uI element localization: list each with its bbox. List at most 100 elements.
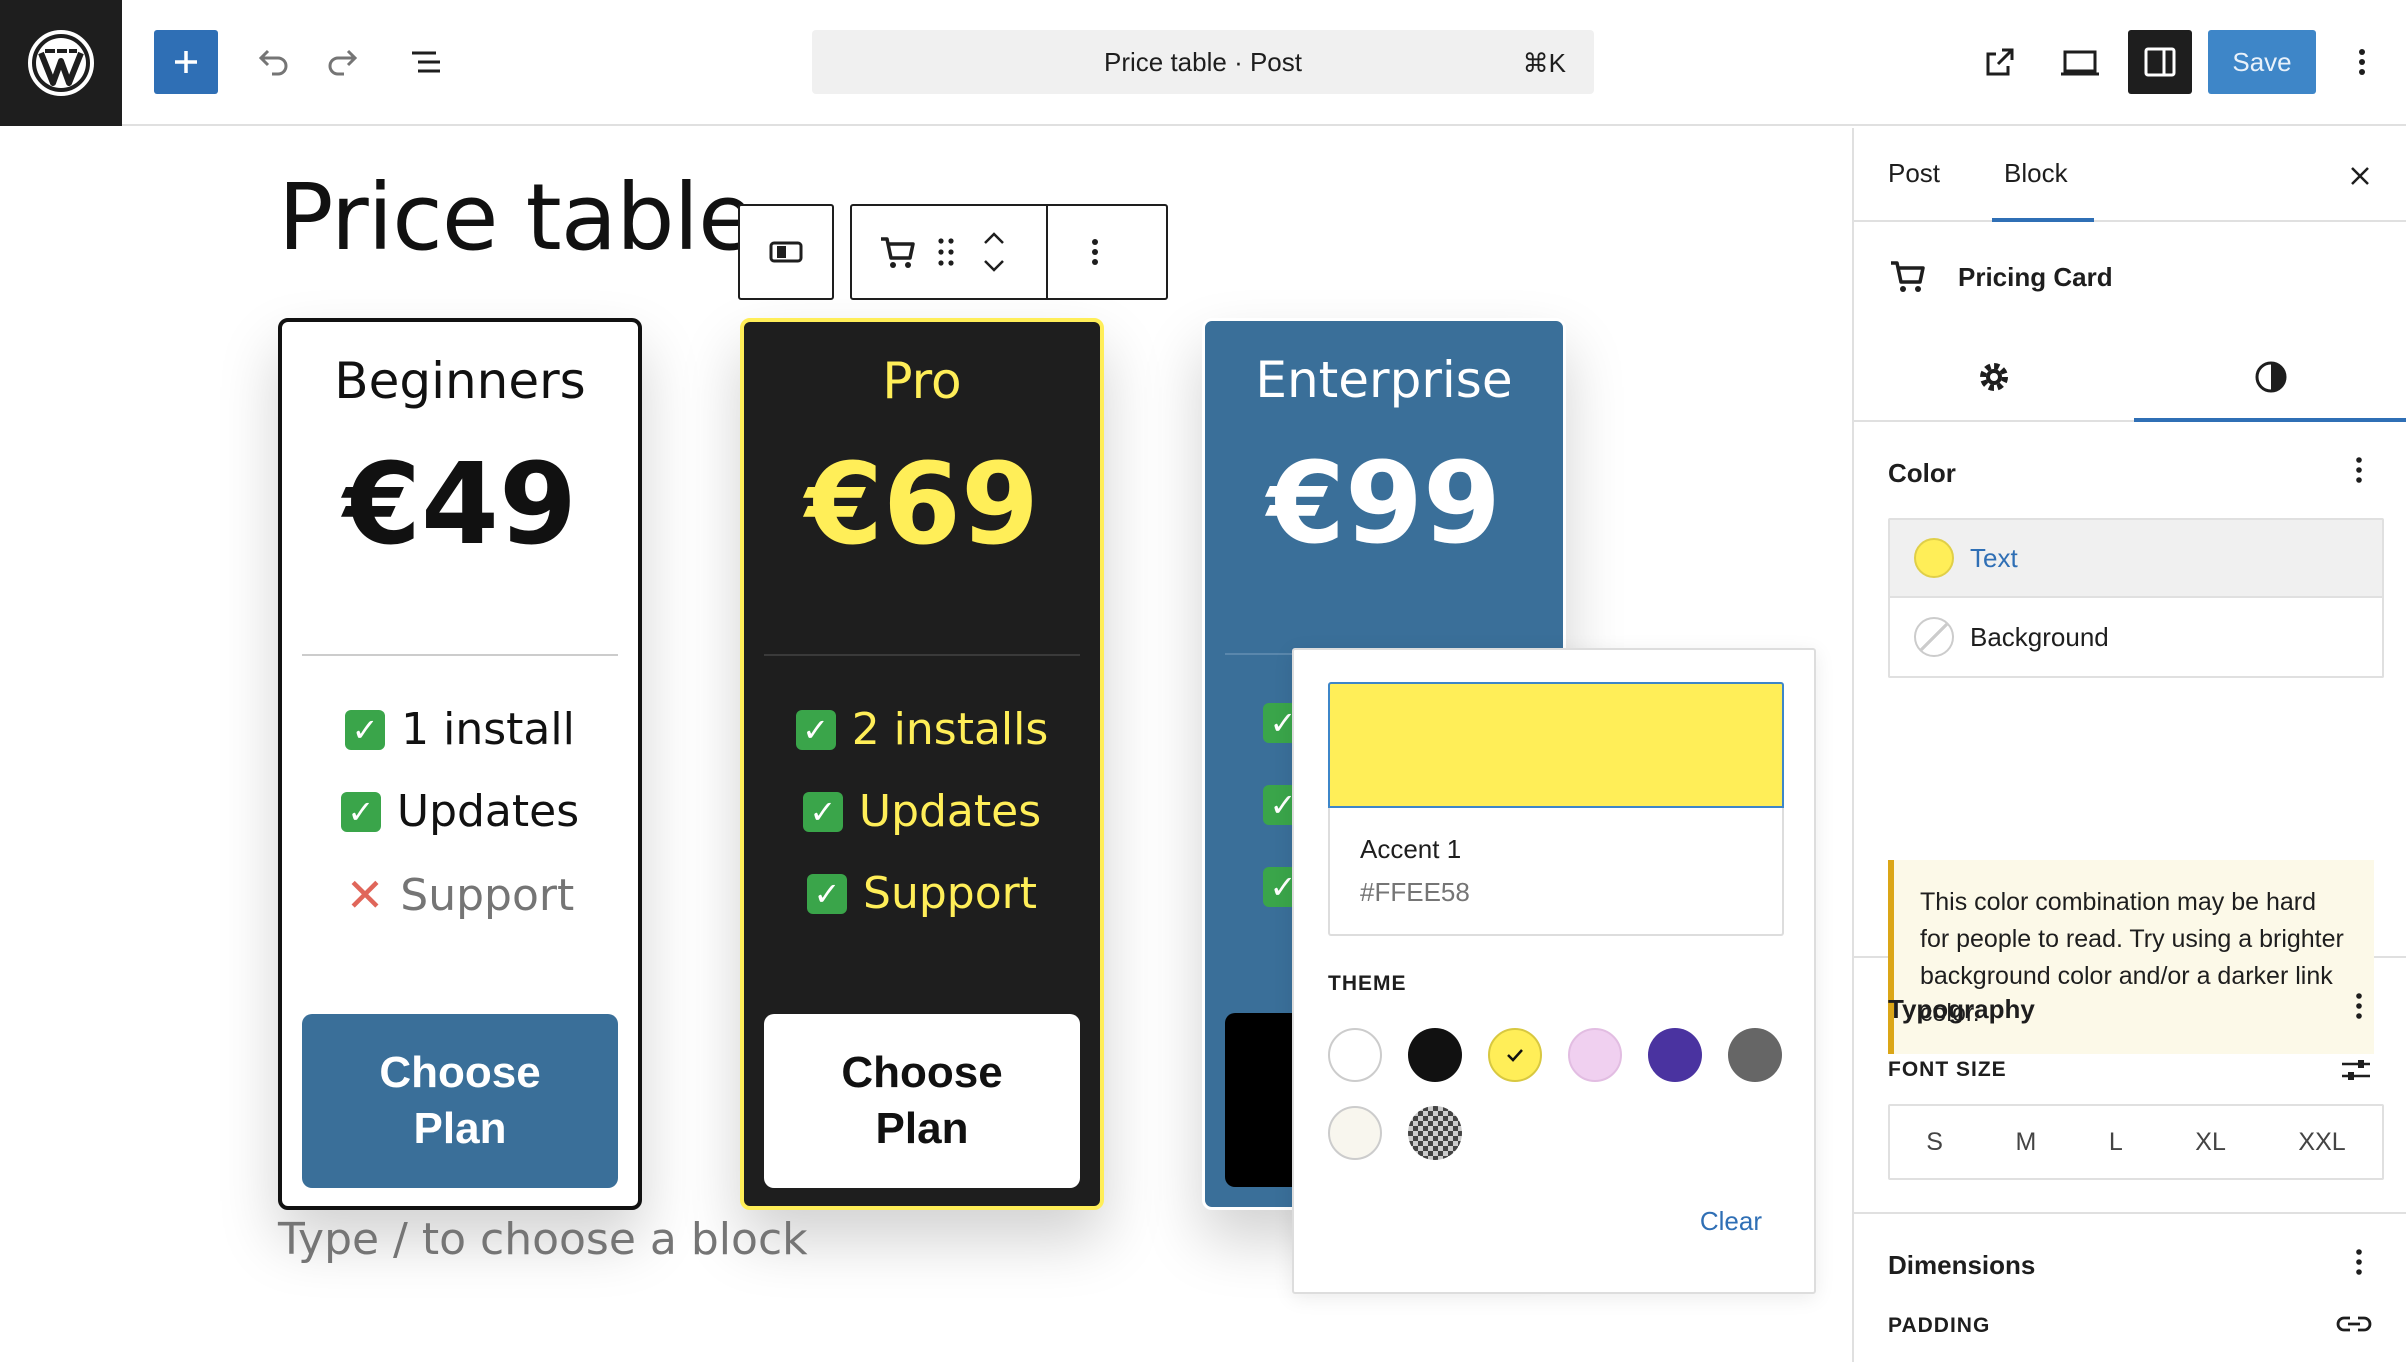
feature-text: Updates [858, 786, 1042, 837]
selected-color-preview[interactable] [1328, 682, 1784, 808]
desktop-preview-icon [2061, 50, 2099, 76]
save-button[interactable]: Save [2208, 30, 2316, 94]
tab-post[interactable]: Post [1888, 158, 1940, 189]
block-options-button[interactable] [1048, 206, 1142, 298]
drag-handle[interactable] [930, 206, 962, 298]
undo-icon [258, 49, 288, 76]
block-type-button[interactable] [866, 206, 930, 298]
pricing-card-pro[interactable]: Pro €69 ✓ 2 installs ✓ Updates ✓ Support… [740, 318, 1104, 1210]
shortcut-hint: ⌘K [1522, 48, 1566, 78]
typography-panel-title: Typography [1888, 994, 2035, 1024]
check-icon: ✓ [340, 791, 381, 832]
feature-item: ✓ 2 installs [744, 704, 1100, 755]
cross-icon: ✕ [345, 868, 385, 922]
more-vertical-icon [2356, 993, 2362, 1019]
dimensions-panel: Dimensions PADDING [1854, 1216, 2406, 1362]
drag-handle-icon [938, 238, 954, 266]
color-swatch-black[interactable] [1408, 1028, 1462, 1082]
options-button[interactable] [2334, 30, 2390, 94]
plus-icon [175, 51, 197, 73]
choose-plan-button[interactable]: Choose Plan [302, 1014, 618, 1188]
tab-block[interactable]: Block [2004, 158, 2068, 189]
color-swatch-pink[interactable] [1568, 1028, 1622, 1082]
font-size-xxl[interactable]: XXL [2298, 1128, 2345, 1157]
add-block-button[interactable] [154, 30, 218, 94]
preview-button[interactable] [2048, 30, 2112, 94]
move-down-icon[interactable] [981, 258, 1007, 274]
wordpress-logo[interactable] [0, 0, 122, 126]
feature-item: ✓ Support [744, 868, 1100, 919]
feature-text: 1 install [401, 704, 575, 755]
list-view-button[interactable] [394, 30, 458, 94]
link-icon [2336, 1316, 2372, 1332]
plan-name: Enterprise [1255, 351, 1513, 409]
command-palette-button[interactable]: Price table · Post ⌘K [812, 30, 1594, 94]
more-vertical-icon [1092, 239, 1098, 265]
settings-sidebar-toggle[interactable] [2128, 30, 2192, 94]
clear-color-button[interactable]: Clear [1700, 1206, 1762, 1237]
color-swatch-purple[interactable] [1648, 1028, 1702, 1082]
close-icon [2351, 167, 2369, 185]
font-size-m[interactable]: M [2015, 1128, 2036, 1157]
close-sidebar-button[interactable] [2340, 156, 2380, 196]
feature-item: ✕ Support [282, 868, 638, 922]
contrast-icon [2255, 361, 2287, 393]
more-vertical-icon [2356, 457, 2362, 483]
font-size-s[interactable]: S [1926, 1128, 1943, 1157]
color-options-button[interactable] [2354, 452, 2364, 496]
text-color-label: Text [1970, 542, 2018, 573]
color-swatch-gray[interactable] [1728, 1028, 1782, 1082]
text-color-swatch [1914, 538, 1954, 578]
dimensions-panel-title: Dimensions [1888, 1250, 2036, 1280]
selected-color-info: Accent 1 #FFEE58 [1328, 808, 1784, 936]
card-divider [764, 654, 1080, 656]
block-toolbar [850, 204, 1168, 300]
color-swatch-white[interactable] [1328, 1028, 1382, 1082]
padding-label: PADDING [1888, 1314, 1991, 1337]
color-swatch-checkered[interactable] [1408, 1106, 1462, 1160]
more-vertical-icon [2356, 1249, 2362, 1275]
undo-button[interactable] [240, 30, 304, 94]
columns-icon [769, 241, 803, 263]
plan-name: Pro [882, 352, 962, 410]
font-size-xl[interactable]: XL [2195, 1128, 2226, 1157]
editor-canvas: Price table Beginners €49 ✓ 1 install ✓ … [0, 128, 1850, 1362]
gear-icon [1980, 363, 2008, 391]
color-swatch-cream[interactable] [1328, 1106, 1382, 1160]
page-title[interactable]: Price table [278, 164, 755, 271]
selected-color-hex[interactable]: #FFEE58 [1360, 877, 1752, 908]
redo-button[interactable] [312, 30, 376, 94]
feature-item: ✓ Updates [282, 786, 638, 837]
settings-tab[interactable] [1854, 332, 2134, 422]
check-icon: ✓ [807, 873, 848, 914]
block-appender-placeholder[interactable]: Type / to choose a block [278, 1214, 808, 1265]
styles-tab[interactable] [2134, 332, 2406, 422]
parent-block-selector[interactable] [738, 204, 834, 300]
link-sides-button[interactable] [2334, 1306, 2374, 1342]
font-size-l[interactable]: L [2109, 1128, 2123, 1157]
typography-options-button[interactable] [2354, 988, 2364, 1032]
editor-header: Price table · Post ⌘K Save [0, 0, 2406, 126]
settings-sidebar: Post Block Pricing Card Color Text Backg… [1852, 128, 2406, 1362]
background-color-item[interactable]: Background [1888, 598, 2384, 678]
plan-name: Beginners [334, 352, 586, 410]
move-up-icon[interactable] [981, 230, 1007, 246]
color-swatch-accent-1[interactable] [1488, 1028, 1542, 1082]
pricing-card-beginners[interactable]: Beginners €49 ✓ 1 install ✓ Updates ✕ Su… [278, 318, 642, 1210]
color-panel: Color Text Background This color combina… [1854, 424, 2406, 1054]
card-divider [302, 654, 618, 656]
custom-size-toggle[interactable] [2338, 1052, 2374, 1088]
text-color-item[interactable]: Text [1888, 518, 2384, 598]
font-size-label: FONT SIZE [1888, 1058, 2007, 1081]
check-icon: ✓ [345, 709, 386, 750]
background-color-label: Background [1970, 621, 2109, 652]
choose-plan-button[interactable]: Choose Plan [764, 1014, 1080, 1188]
plan-price: €69 [805, 440, 1039, 570]
settings-sliders-icon [2342, 1060, 2370, 1080]
active-subtab-indicator [2134, 418, 2406, 422]
more-vertical-icon [2359, 49, 2365, 75]
dimensions-options-button[interactable] [2354, 1244, 2364, 1288]
checkmark-icon [1507, 1049, 1523, 1062]
view-post-button[interactable] [1968, 30, 2032, 94]
sidebar-tabs: Post Block [1854, 128, 2406, 222]
